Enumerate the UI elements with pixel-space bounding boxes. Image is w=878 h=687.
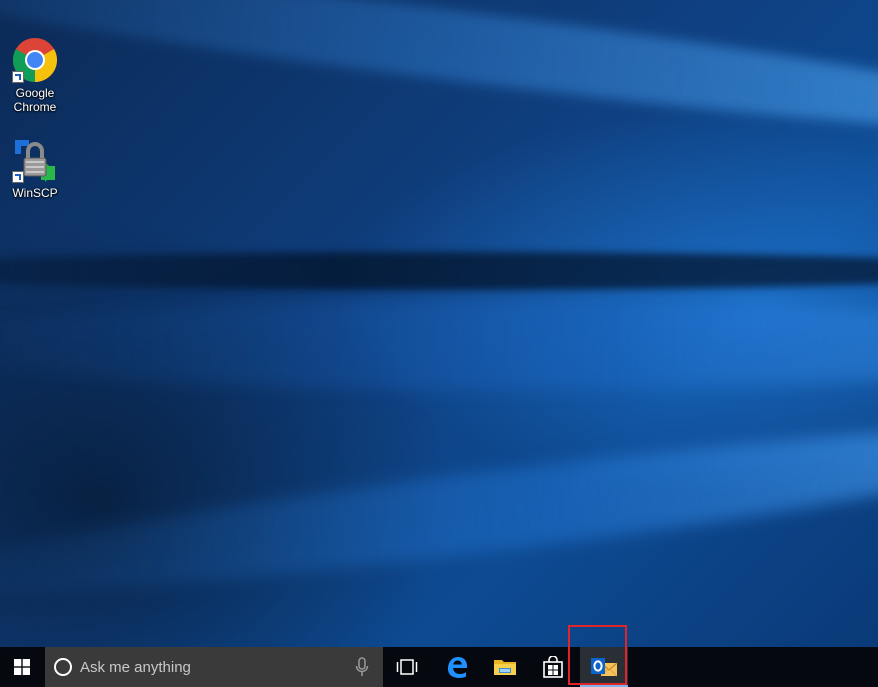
desktop-icon-google-chrome[interactable]: Google Chrome [0,36,70,114]
desktop-icon-label: Google Chrome [13,86,57,114]
start-button[interactable] [0,647,44,687]
search-placeholder: Ask me anything [80,658,191,676]
taskbar-store-button[interactable] [529,647,577,687]
taskbar-edge-button[interactable] [433,647,481,687]
taskbar-file-explorer-button[interactable] [481,647,529,687]
cortana-icon [54,658,72,676]
task-view-icon [396,659,418,675]
file-explorer-icon [494,660,516,675]
winscp-icon [11,136,59,184]
shortcut-arrow-icon [12,171,24,183]
wallpaper-shadow-beam [0,252,878,290]
taskbar: Ask me anything [0,647,878,687]
microphone-icon[interactable] [355,657,369,677]
wallpaper-light-beam [0,300,878,390]
desktop-wallpaper[interactable]: Google Chrome WinSCP [0,0,878,647]
taskbar-outlook-button[interactable] [580,647,628,687]
cortana-search-box[interactable]: Ask me anything [45,647,383,687]
edge-icon [448,657,467,678]
wallpaper-light-beam [0,397,878,623]
chrome-icon [11,36,59,84]
desktop-icon-winscp[interactable]: WinSCP [0,136,70,200]
windows-logo-icon [14,659,30,675]
task-view-button[interactable] [383,647,431,687]
store-icon [543,656,563,678]
shortcut-arrow-icon [12,71,24,83]
wallpaper-light-beam [0,0,878,159]
outlook-icon [591,658,618,677]
desktop-icon-label: WinSCP [12,186,58,200]
